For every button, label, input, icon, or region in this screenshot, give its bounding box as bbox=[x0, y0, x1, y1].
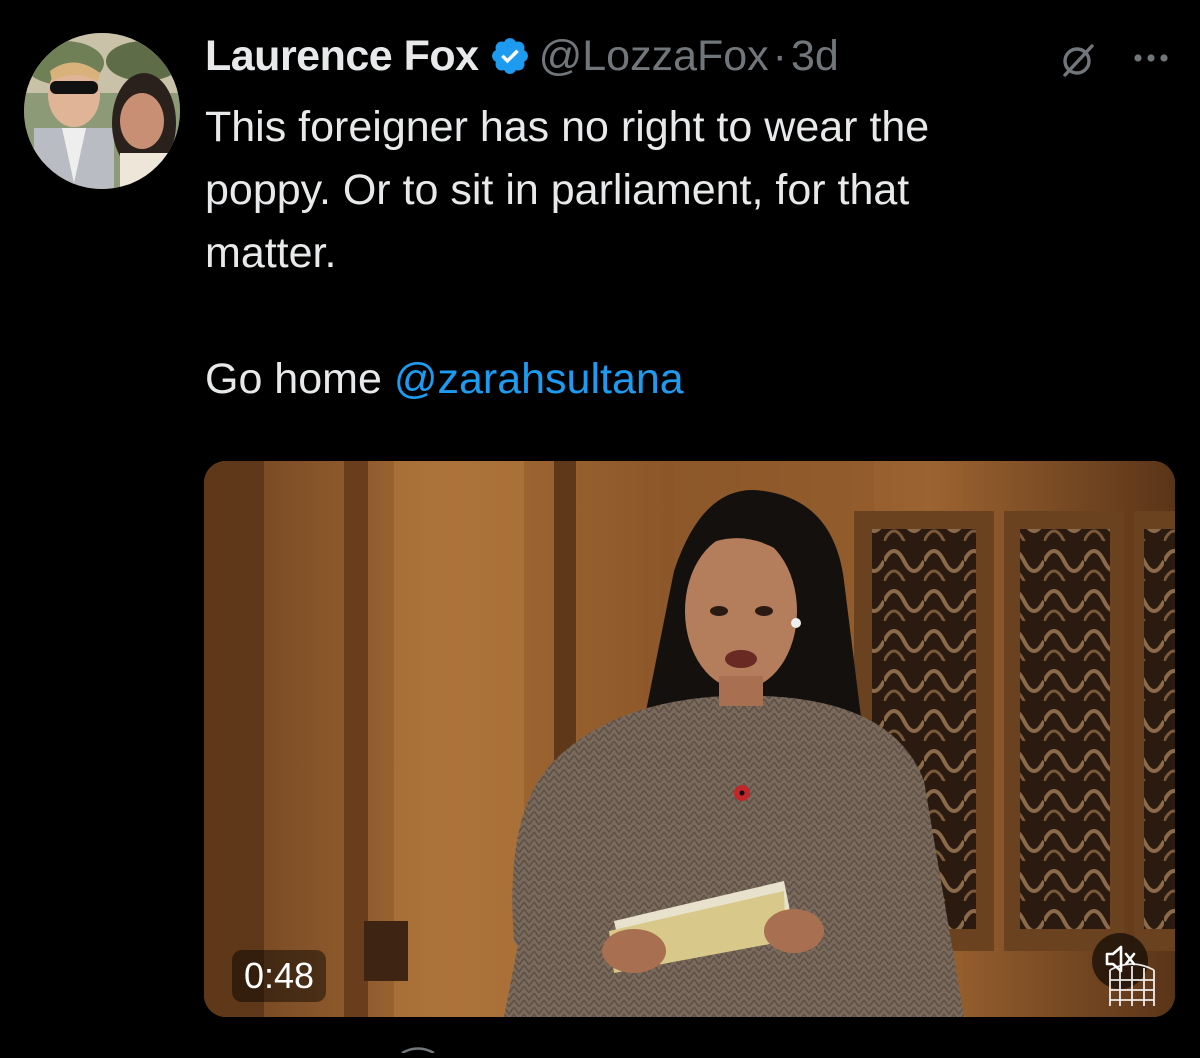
action-bar-edge bbox=[398, 1040, 438, 1055]
tweet-text-line: poppy. Or to sit in parliament, for that bbox=[205, 166, 910, 214]
tweet-text-line: This foreigner has no right to wear the bbox=[205, 103, 930, 151]
tweet-text-line: matter. bbox=[205, 229, 337, 277]
portcullis-icon bbox=[1102, 960, 1162, 1012]
mention-link[interactable]: @zarahsultana bbox=[394, 355, 684, 403]
video-duration-badge: 0:48 bbox=[232, 950, 327, 1002]
tweet-text: This foreigner has no right to wear the … bbox=[205, 96, 1165, 411]
video-player[interactable] bbox=[204, 461, 1175, 1017]
grok-icon[interactable] bbox=[1058, 40, 1098, 80]
tweet-header: Laurence Fox @LozzaFox · 3d bbox=[205, 28, 839, 84]
separator-dot: · bbox=[772, 31, 787, 80]
avatar[interactable] bbox=[24, 33, 180, 189]
author-name[interactable]: Laurence Fox bbox=[205, 32, 479, 81]
timestamp[interactable]: 3d bbox=[791, 32, 839, 81]
closing-text: Go home bbox=[205, 355, 382, 403]
verified-badge-icon[interactable] bbox=[489, 35, 531, 77]
author-handle[interactable]: @LozzaFox bbox=[539, 32, 769, 81]
tweet-closing-line: Go home @zarahsultana bbox=[205, 348, 1165, 411]
more-options-icon[interactable] bbox=[1130, 43, 1172, 73]
